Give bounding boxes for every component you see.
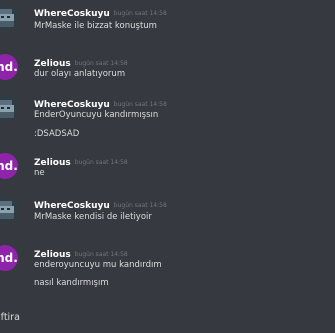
avatar-zelious-icon[interactable]: ınd. xyxy=(0,54,18,80)
message-text: nasıl kandırmışım xyxy=(34,278,109,288)
timestamp: bugün saat 14:58 xyxy=(74,251,128,258)
avatar-text: ınd. xyxy=(0,251,18,265)
message-text: ne xyxy=(34,168,45,178)
message-text: EnderOyuncuyu kandırmışsın xyxy=(34,110,159,120)
message-text: enderoyuncuyu mu kandırdım xyxy=(34,260,162,270)
pixel-art-avatar-icon xyxy=(0,196,18,222)
avatar-wherecoskuyu-icon[interactable] xyxy=(0,196,18,222)
message-text: :DSADSAD xyxy=(34,129,80,139)
timestamp: bugün saat 14:58 xyxy=(113,101,167,108)
avatar-wherecoskuyu-icon[interactable] xyxy=(0,4,18,30)
message-group: ınd. Zeliousbugün saat 14:58 ne xyxy=(0,153,335,185)
message-text: MrMaske ile bizzat konuştum xyxy=(34,21,157,31)
timestamp: bugün saat 14:58 xyxy=(113,202,167,209)
avatar-text: ınd. xyxy=(0,159,18,173)
avatar-wherecoskuyu-icon[interactable] xyxy=(0,95,18,121)
timestamp: bugün saat 14:58 xyxy=(113,10,167,17)
avatar-text: ınd. xyxy=(0,60,18,74)
message-text: dur olayı anlatıyorum xyxy=(34,69,126,79)
pixel-art-avatar-icon xyxy=(0,95,18,121)
timestamp: bugün saat 14:58 xyxy=(74,159,128,166)
message-group: ınd. Zeliousbugün saat 14:58 enderoyuncu… xyxy=(0,245,335,293)
message-group: WhereCoskuyu bugün saat 14:58 EnderOyuncu… xyxy=(0,95,335,143)
message-group: WhereCoskuyu bugün saat 14:58 MrMaske ile… xyxy=(0,4,335,36)
avatar-zelious-icon[interactable]: ınd. xyxy=(0,153,18,179)
message-header: Zelious bugün saat 14:58 xyxy=(34,153,128,170)
avatar-zelious-icon[interactable]: ınd. xyxy=(0,245,18,271)
message-group: ınd. Zeliousbugün saat 14:58 dur olayı a… xyxy=(0,54,335,86)
message-text: MrMaske kendisi de iletiyoir xyxy=(34,212,152,222)
username[interactable]: WhereCoskuyu xyxy=(34,9,110,19)
chat-view: WhereCoskuyu bugün saat 14:58 MrMaske ile… xyxy=(0,0,335,333)
timestamp: bugün saat 14:58 xyxy=(74,60,128,67)
message-input[interactable]: iftira xyxy=(0,311,20,325)
pixel-art-avatar-icon xyxy=(0,4,18,30)
message-group: WhereCoskuyu bugün saat 14:58 MrMaske ken… xyxy=(0,196,335,228)
